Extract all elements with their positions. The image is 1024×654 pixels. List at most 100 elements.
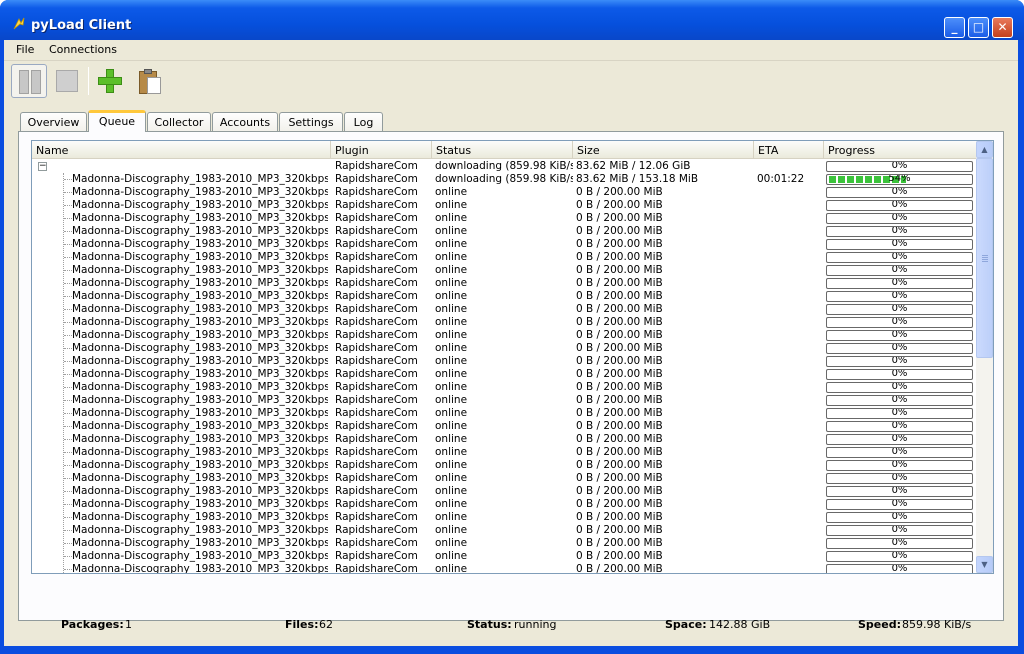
header-progress[interactable]: Progress [824, 141, 976, 159]
progress-text: 0% [891, 161, 908, 171]
file-size: 0 B / 200.00 MiB [576, 407, 663, 419]
pause-button[interactable] [11, 64, 47, 98]
table-row[interactable]: Madonna-Discography_1983-2010_MP3_320kbp… [32, 355, 976, 368]
file-name: Madonna-Discography_1983-2010_MP3_320kbp… [72, 563, 328, 574]
chevron-down-icon: ▼ [981, 560, 988, 569]
file-plugin: RapidshareCom [335, 329, 418, 341]
minimize-icon: _ [951, 20, 958, 34]
file-name: Madonna-Discography_1983-2010_MP3_320kbp… [72, 498, 328, 510]
tab-label: Queue [98, 115, 136, 128]
table-row[interactable]: Madonna-Discography_1983-2010_MP3_320kbp… [32, 550, 976, 563]
scroll-up-button[interactable]: ▲ [976, 141, 993, 158]
tab-accounts[interactable]: Accounts [212, 112, 278, 131]
file-size: 0 B / 200.00 MiB [576, 537, 663, 549]
close-button[interactable]: ✕ [992, 17, 1013, 38]
file-plugin: RapidshareCom [335, 342, 418, 354]
tab-overview[interactable]: Overview [20, 112, 87, 131]
file-size: 0 B / 200.00 MiB [576, 446, 663, 458]
tab-settings[interactable]: Settings [279, 112, 343, 131]
header-eta[interactable]: ETA [754, 141, 824, 159]
table-row[interactable]: Madonna-Discography_1983-2010_MP3_320kbp… [32, 199, 976, 212]
table-row[interactable]: Madonna-Discography_1983-2010_MP3_320kbp… [32, 381, 976, 394]
file-eta [757, 459, 822, 472]
file-name: Madonna-Discography_1983-2010_MP3_320kbp… [72, 550, 328, 562]
toolbar [4, 60, 1018, 100]
tree-branch [64, 296, 72, 297]
minimize-button[interactable]: _ [944, 17, 965, 38]
table-row[interactable]: Madonna-Discography_1983-2010_MP3_320kbp… [32, 433, 976, 446]
paste-clipboard-button[interactable] [132, 64, 168, 98]
file-status: online [435, 342, 468, 354]
file-name: Madonna-Discography_1983-2010_MP3_320kbp… [72, 524, 328, 536]
file-name: Madonna-Discography_1983-2010_MP3_320kbp… [72, 199, 328, 211]
table-row[interactable]: Madonna-Discography_1983-2010_MP3_320kbp… [32, 173, 976, 186]
tab-queue[interactable]: Queue [88, 110, 146, 132]
table-row[interactable]: Madonna-Discography_1983-2010_MP3_320kbp… [32, 186, 976, 199]
package-row[interactable]: − RapidshareCom downloading (859.98 KiB/… [32, 160, 976, 173]
table-row[interactable]: Madonna-Discography_1983-2010_MP3_320kbp… [32, 225, 976, 238]
tab-collector[interactable]: Collector [147, 112, 211, 131]
file-status: online [435, 485, 468, 497]
menu-file[interactable]: File [16, 43, 34, 56]
file-name: Madonna-Discography_1983-2010_MP3_320kbp… [72, 511, 328, 523]
title-bar[interactable]: pyLoad Client _ □ ✕ [0, 0, 1024, 40]
scroll-down-button[interactable]: ▼ [976, 556, 993, 573]
tree-branch [64, 556, 72, 557]
table-row[interactable]: Madonna-Discography_1983-2010_MP3_320kbp… [32, 563, 976, 574]
header-size[interactable]: Size [573, 141, 754, 159]
table-row[interactable]: Madonna-Discography_1983-2010_MP3_320kbp… [32, 303, 976, 316]
table-row[interactable]: Madonna-Discography_1983-2010_MP3_320kbp… [32, 342, 976, 355]
table-row[interactable]: Madonna-Discography_1983-2010_MP3_320kbp… [32, 264, 976, 277]
table-row[interactable]: Madonna-Discography_1983-2010_MP3_320kbp… [32, 524, 976, 537]
table-row[interactable]: Madonna-Discography_1983-2010_MP3_320kbp… [32, 537, 976, 550]
table-row[interactable]: Madonna-Discography_1983-2010_MP3_320kbp… [32, 251, 976, 264]
file-name: Madonna-Discography_1983-2010_MP3_320kbp… [72, 277, 328, 289]
tree-branch [64, 504, 72, 505]
maximize-button[interactable]: □ [968, 17, 989, 38]
tree-branch [64, 244, 72, 245]
table-row[interactable]: Madonna-Discography_1983-2010_MP3_320kbp… [32, 472, 976, 485]
file-status: downloading (859.98 KiB/s) [435, 173, 573, 185]
space-label: Space: [665, 618, 707, 631]
add-package-button[interactable] [92, 64, 128, 98]
file-eta [757, 524, 822, 537]
file-name: Madonna-Discography_1983-2010_MP3_320kbp… [72, 446, 328, 458]
queue-tree[interactable]: Name Plugin Status Size ETA Progress − R… [31, 140, 994, 574]
table-row[interactable]: Madonna-Discography_1983-2010_MP3_320kbp… [32, 420, 976, 433]
file-status: online [435, 290, 468, 302]
file-status: online [435, 550, 468, 562]
collapse-icon[interactable]: − [38, 162, 47, 171]
header-plugin[interactable]: Plugin [331, 141, 432, 159]
scroll-thumb[interactable] [976, 158, 993, 358]
table-row[interactable]: Madonna-Discography_1983-2010_MP3_320kbp… [32, 394, 976, 407]
file-progress-bar: 0% [826, 447, 973, 458]
table-row[interactable]: Madonna-Discography_1983-2010_MP3_320kbp… [32, 459, 976, 472]
tab-log[interactable]: Log [344, 112, 383, 131]
tree-branch [64, 569, 72, 570]
table-row[interactable]: Madonna-Discography_1983-2010_MP3_320kbp… [32, 212, 976, 225]
table-row[interactable]: Madonna-Discography_1983-2010_MP3_320kbp… [32, 368, 976, 381]
file-plugin: RapidshareCom [335, 407, 418, 419]
vertical-scrollbar[interactable]: ▲ ▼ [976, 141, 993, 573]
table-row[interactable]: Madonna-Discography_1983-2010_MP3_320kbp… [32, 238, 976, 251]
header-name[interactable]: Name [32, 141, 331, 159]
menu-connections[interactable]: Connections [49, 43, 117, 56]
table-row[interactable]: Madonna-Discography_1983-2010_MP3_320kbp… [32, 498, 976, 511]
table-row[interactable]: Madonna-Discography_1983-2010_MP3_320kbp… [32, 511, 976, 524]
packages-label: Packages: [61, 618, 124, 631]
table-row[interactable]: Madonna-Discography_1983-2010_MP3_320kbp… [32, 316, 976, 329]
table-row[interactable]: Madonna-Discography_1983-2010_MP3_320kbp… [32, 290, 976, 303]
stop-button[interactable] [49, 64, 85, 98]
file-status: online [435, 199, 468, 211]
table-row[interactable]: Madonna-Discography_1983-2010_MP3_320kbp… [32, 277, 976, 290]
table-row[interactable]: Madonna-Discography_1983-2010_MP3_320kbp… [32, 446, 976, 459]
header-status[interactable]: Status [432, 141, 573, 159]
file-progress-bar: 0% [826, 239, 973, 250]
table-row[interactable]: Madonna-Discography_1983-2010_MP3_320kbp… [32, 485, 976, 498]
file-progress-bar: 0% [826, 538, 973, 549]
file-progress-bar: 0% [826, 330, 973, 341]
package-eta [757, 160, 822, 173]
table-row[interactable]: Madonna-Discography_1983-2010_MP3_320kbp… [32, 407, 976, 420]
file-size: 0 B / 200.00 MiB [576, 381, 663, 393]
table-row[interactable]: Madonna-Discography_1983-2010_MP3_320kbp… [32, 329, 976, 342]
